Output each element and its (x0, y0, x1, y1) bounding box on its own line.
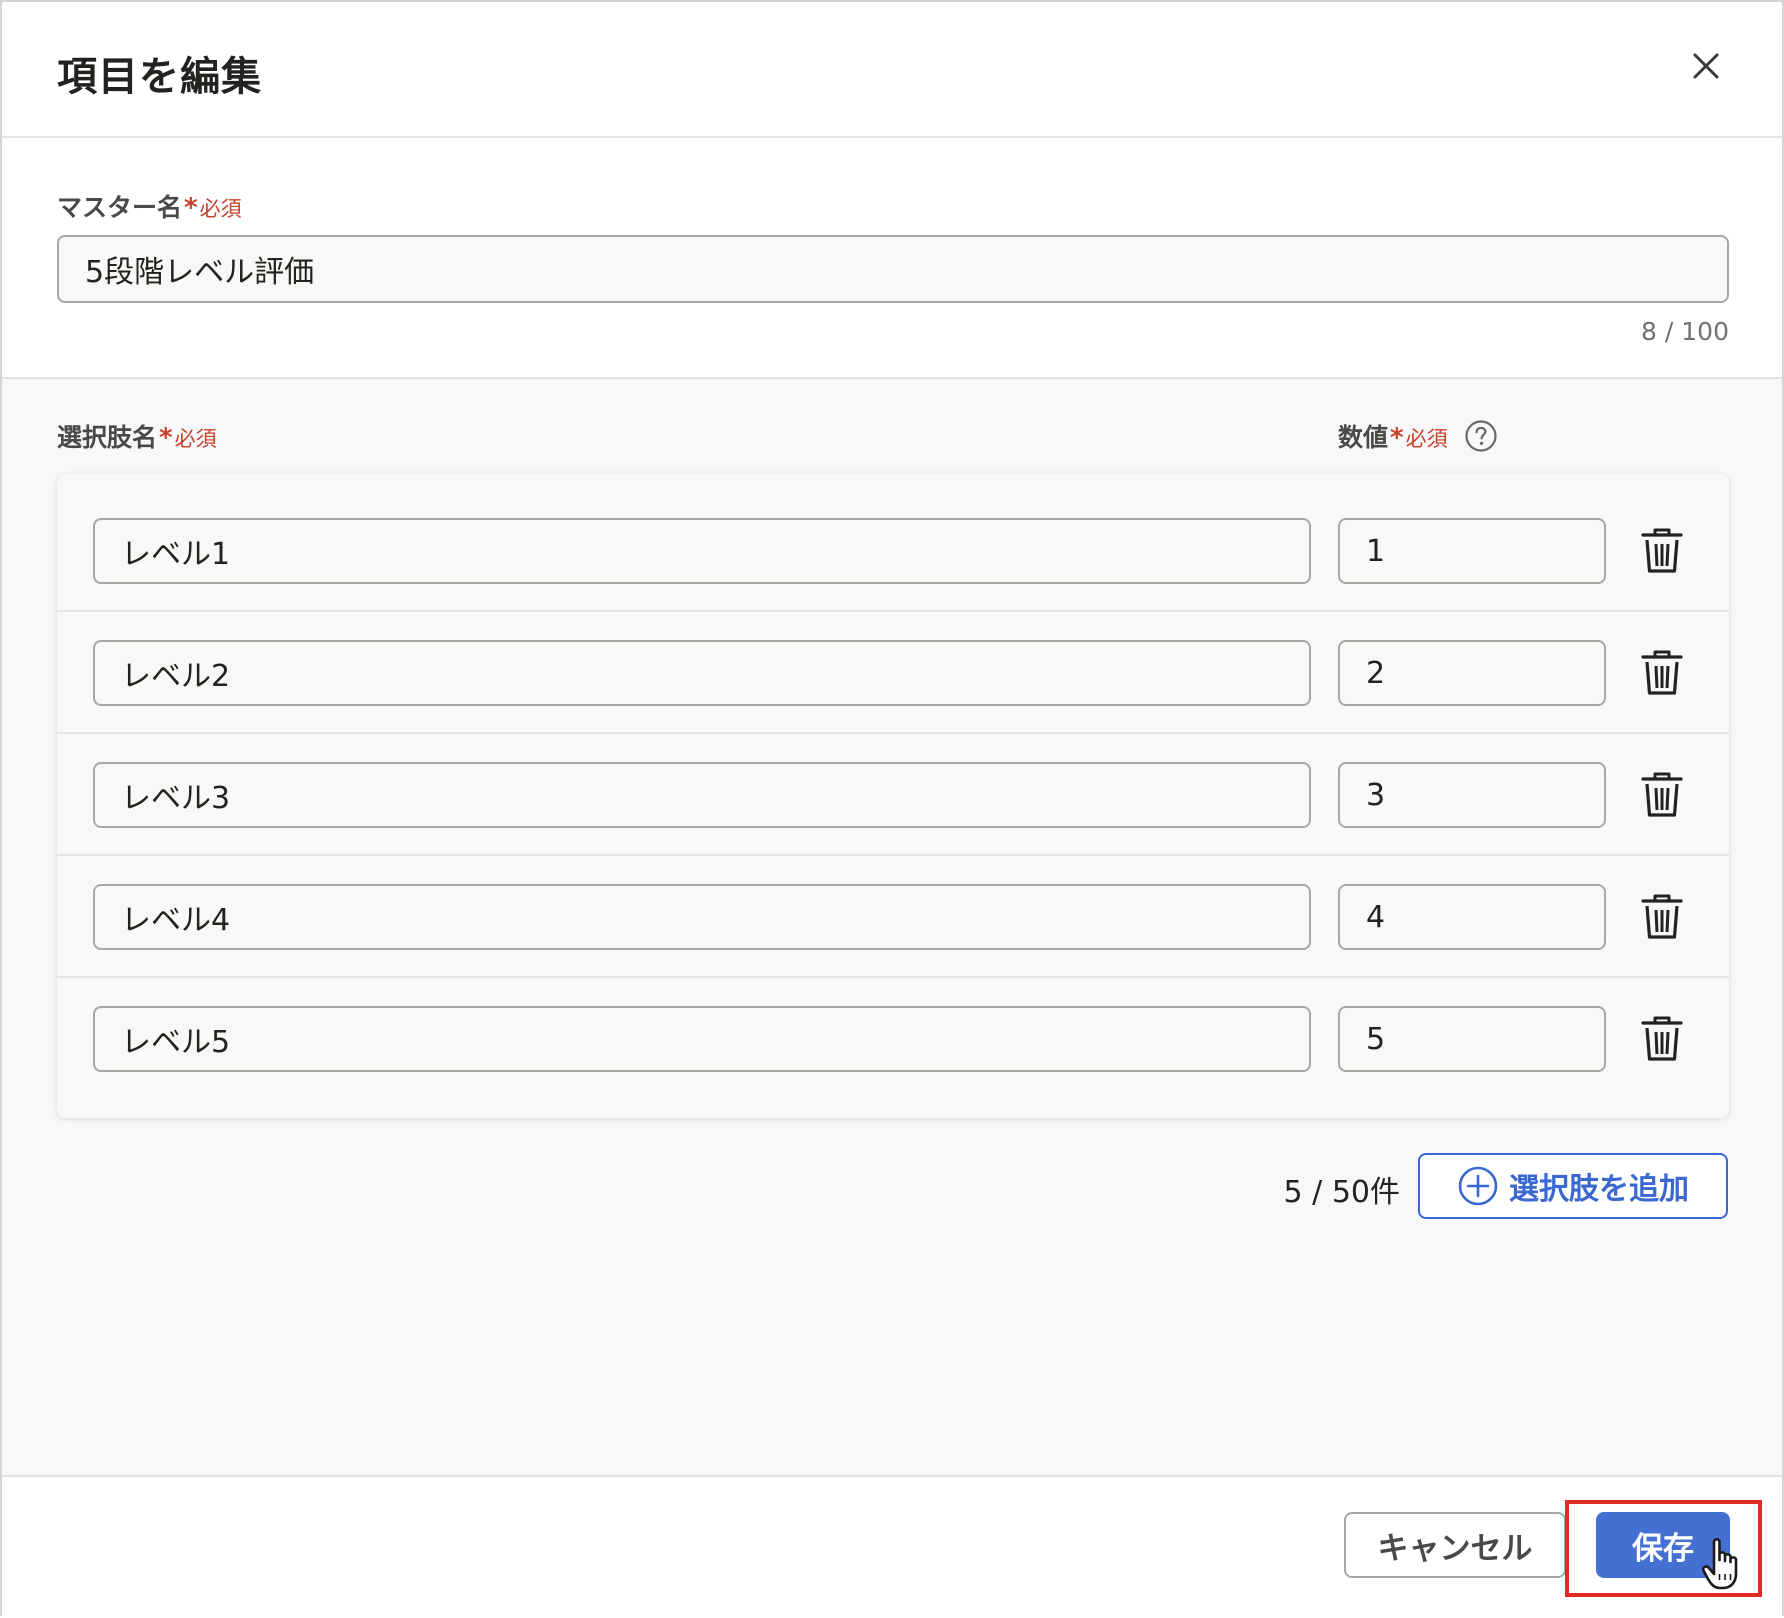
option-row: レベル1 1 (57, 474, 1729, 596)
required-text: 必須 (1405, 427, 1448, 451)
master-name-char-count: 8 / 100 (1641, 317, 1729, 346)
close-icon[interactable] (1682, 42, 1730, 90)
required-text: 必須 (199, 197, 242, 221)
add-option-button[interactable]: 選択肢を追加 (1418, 1153, 1728, 1219)
required-star: * (1390, 423, 1404, 453)
master-name-input[interactable]: 5段階レベル評価 (57, 235, 1729, 303)
option-row: レベル2 2 (57, 596, 1729, 718)
option-row: レベル4 4 (57, 840, 1729, 962)
required-star: * (159, 423, 173, 453)
help-circle-icon[interactable] (1464, 419, 1498, 453)
option-value-input[interactable]: 2 (1338, 640, 1606, 706)
option-value-input[interactable]: 3 (1338, 762, 1606, 828)
option-row: レベル5 5 (57, 962, 1729, 1084)
trash-icon[interactable] (1640, 526, 1684, 576)
plus-circle-icon (1458, 1166, 1498, 1206)
trash-icon[interactable] (1640, 648, 1684, 698)
master-name-label: マスター名*必須 (57, 193, 242, 223)
options-list: レベル1 1 レベル2 2 レベル3 3 レベル4 4 レベル5 5 (57, 474, 1729, 1118)
trash-icon[interactable] (1640, 770, 1684, 820)
option-name-label: 選択肢名*必須 (57, 423, 217, 453)
required-star: * (184, 193, 198, 223)
cancel-button[interactable]: キャンセル (1344, 1512, 1566, 1578)
option-value-input[interactable]: 5 (1338, 1006, 1606, 1072)
required-text: 必須 (174, 427, 217, 451)
edit-item-dialog: 項目を編集 マスター名*必須 5段階レベル評価 8 / 100 選択肢名*必須 … (0, 0, 1784, 1618)
dialog-header: 項目を編集 (2, 2, 1782, 138)
add-option-label: 選択肢を追加 (1509, 1172, 1689, 1207)
option-name-input[interactable]: レベル4 (93, 884, 1311, 950)
dialog-title: 項目を編集 (57, 54, 262, 100)
trash-icon[interactable] (1640, 1014, 1684, 1064)
trash-icon[interactable] (1640, 892, 1684, 942)
option-name-input[interactable]: レベル5 (93, 1006, 1311, 1072)
hand-pointer-icon (1701, 1538, 1738, 1590)
option-count: 5 / 50件 (1283, 1175, 1400, 1210)
option-name-input[interactable]: レベル1 (93, 518, 1311, 584)
option-name-input[interactable]: レベル2 (93, 640, 1311, 706)
option-name-input[interactable]: レベル3 (93, 762, 1311, 828)
option-value-input[interactable]: 1 (1338, 518, 1606, 584)
option-value-label: 数値*必須 (1338, 423, 1448, 453)
option-value-input[interactable]: 4 (1338, 884, 1606, 950)
option-row: レベル3 3 (57, 718, 1729, 840)
